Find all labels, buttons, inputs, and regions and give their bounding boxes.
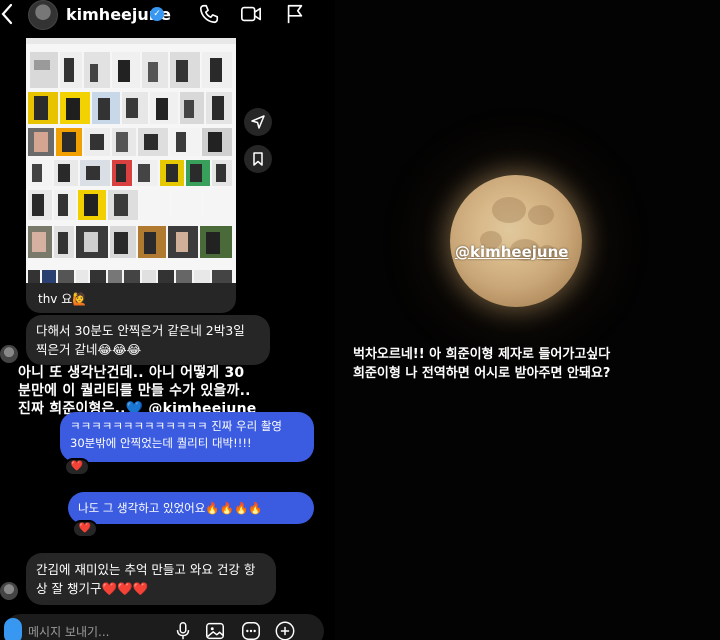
bookmark-icon[interactable] (244, 145, 272, 173)
dm-thread: kimheejune ✓ thv 요🙋 다해서 30분도 안찍은거 같은네 2박… (0, 0, 335, 640)
add-icon[interactable] (274, 620, 296, 640)
story-caption-line: 벅차오르네!! 아 희준이형 제자로 들어가고싶다 (353, 347, 611, 362)
message-text: 간김에 재미있는 추억 만들고 와요 건강 항 (36, 562, 256, 577)
camera-icon[interactable] (4, 618, 22, 640)
moon-image (450, 175, 582, 307)
story-caption: 벅차오르네!! 아 희준이형 제자로 들어가고싶다 희준이형 나 전역하면 어시… (353, 345, 713, 383)
moon-crater (492, 197, 526, 223)
message-text: 상 잘 챙기구❤️❤️❤️ (36, 581, 149, 596)
message-bubble-incoming[interactable]: 간김에 재미있는 추억 만들고 와요 건강 항 상 잘 챙기구❤️❤️❤️ (26, 553, 276, 605)
moon-crater (528, 205, 554, 225)
avatar[interactable] (28, 0, 58, 30)
overlay-caption-line: 분만에 이 퀄리티를 만들 수가 있을까.. (18, 383, 251, 399)
message-text: 30분밖에 안찍었는데 퀄리티 대박!!!! (70, 436, 252, 450)
sticker-icon[interactable] (240, 620, 262, 640)
story-panel: @kimheejune 벅차오르네!! 아 희준이형 제자로 들어가고싶다 희준… (335, 0, 720, 640)
microphone-icon[interactable] (172, 620, 194, 640)
flag-icon[interactable] (284, 3, 306, 25)
heart-reaction-icon[interactable]: ❤️ (72, 520, 98, 538)
message-bubble-outgoing[interactable]: ㅋㅋㅋㅋㅋㅋㅋㅋㅋㅋㅋㅋㅋ 진짜 우리 촬영 30분밖에 안찍었는데 퀄리티 대… (60, 412, 314, 462)
heart-reaction-icon[interactable]: ❤️ (64, 458, 90, 476)
overlay-caption-line: 아니 또 생각난건데.. 아니 어떻게 30 (18, 365, 245, 381)
phone-icon[interactable] (198, 3, 220, 25)
story-mention[interactable]: @kimheejune (455, 243, 568, 261)
message-text: ㅋㅋㅋㅋㅋㅋㅋㅋㅋㅋㅋㅋㅋ 진짜 우리 촬영 (70, 419, 282, 433)
message-bubble-incoming[interactable]: 다해서 30분도 안찍은거 같은네 2박3일 찍은거 같네😂😂😂 (26, 315, 270, 365)
story-caption-line: 희준이형 나 전역하면 어시로 받아주면 안돼요? (353, 366, 611, 381)
avatar[interactable] (0, 582, 18, 600)
message-bubble-outgoing[interactable]: 나도 그 생각하고 있었어요🔥🔥🔥🔥 (68, 492, 314, 524)
avatar[interactable] (0, 345, 18, 363)
dm-header: kimheejune ✓ (0, 0, 335, 30)
shared-post-caption[interactable]: thv 요🙋 (26, 283, 236, 313)
message-text: 찍은거 같네😂😂😂 (36, 342, 142, 357)
gallery-icon[interactable] (204, 620, 226, 640)
message-text: 나도 그 생각하고 있었어요🔥🔥🔥🔥 (78, 501, 263, 515)
back-icon[interactable] (0, 2, 14, 26)
message-text: 다해서 30분도 안찍은거 같은네 2박3일 (36, 323, 245, 338)
message-composer (4, 614, 324, 640)
video-call-icon[interactable] (240, 3, 262, 25)
overlay-caption: 아니 또 생각난건데.. 아니 어떻게 30 분만에 이 퀄리티를 만들 수가 … (18, 364, 318, 418)
message-input[interactable] (28, 624, 168, 640)
verified-badge-icon: ✓ (150, 7, 164, 21)
share-icon[interactable] (244, 108, 272, 136)
shared-post-caption-text: thv 요🙋 (38, 292, 88, 306)
shared-post-image[interactable] (26, 38, 236, 283)
